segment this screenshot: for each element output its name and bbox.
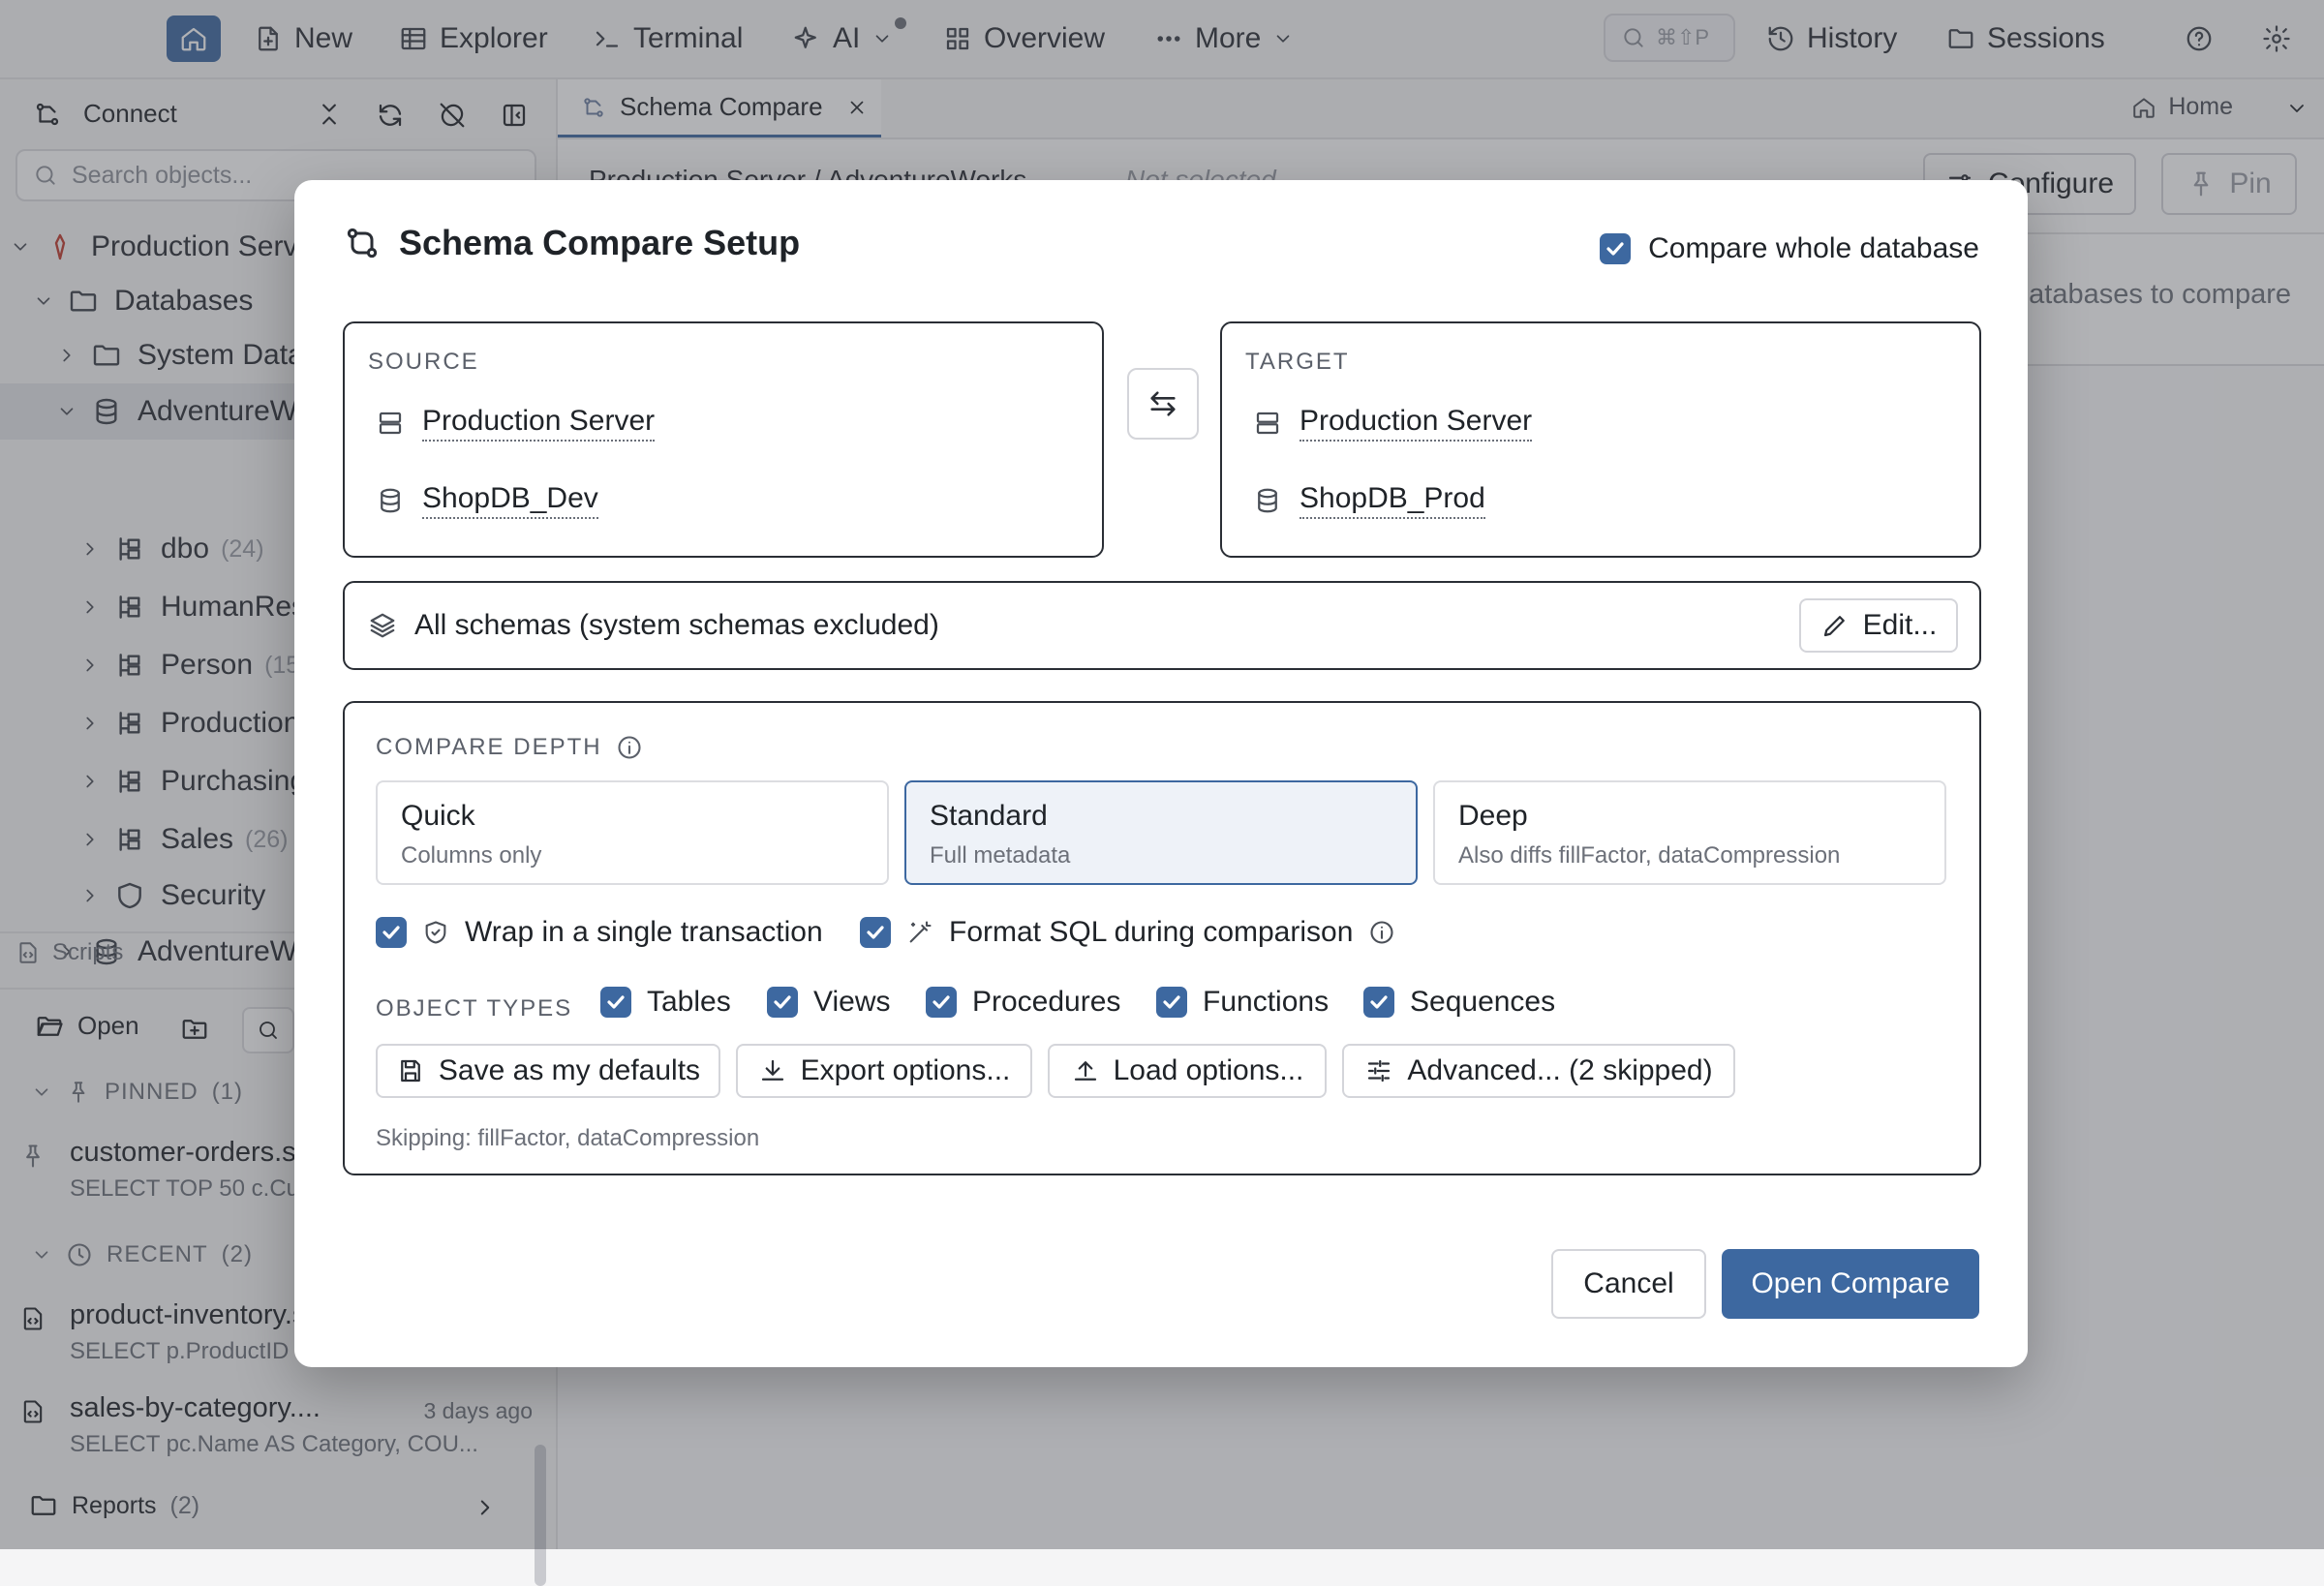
options-panel: COMPARE DEPTH Quick Columns only Standar…: [343, 701, 1981, 1175]
depth-title: Quick: [401, 800, 475, 832]
cancel-button[interactable]: Cancel: [1551, 1249, 1706, 1319]
checkbox-checked: [1156, 987, 1187, 1018]
edit-label: Edit...: [1862, 609, 1938, 641]
depth-title: Deep: [1458, 800, 1528, 832]
save-defaults-label: Save as my defaults: [438, 1054, 701, 1086]
dialog-title: Schema Compare Setup: [343, 223, 800, 263]
schemas-row: All schemas (system schemas excluded) Ed…: [343, 581, 1981, 670]
export-options-label: Export options...: [800, 1054, 1011, 1086]
target-label: TARGET: [1245, 349, 1350, 375]
object-type-label: Functions: [1203, 986, 1330, 1018]
object-type-tables[interactable]: Tables: [600, 986, 731, 1019]
shield-check-icon: [422, 919, 449, 946]
export-options-button[interactable]: Export options...: [736, 1044, 1032, 1098]
depth-subtitle: Also diffs fillFactor, dataCompression: [1458, 842, 1841, 869]
swap-button[interactable]: [1127, 368, 1199, 440]
info-icon[interactable]: [1368, 919, 1395, 946]
source-db: ShopDB_Dev: [422, 482, 598, 519]
load-options-button[interactable]: Load options...: [1048, 1044, 1327, 1098]
upload-icon: [1071, 1056, 1100, 1085]
schemas-summary: All schemas (system schemas excluded): [368, 609, 939, 642]
download-icon: [758, 1056, 787, 1085]
schema-compare-dialog: Schema Compare Setup Compare whole datab…: [294, 180, 2028, 1367]
target-panel: TARGET Production Server ShopDB_Prod: [1220, 321, 1981, 558]
target-server: Production Server: [1300, 405, 1533, 442]
database-icon: [376, 486, 405, 515]
object-type-label: Sequences: [1410, 986, 1556, 1018]
edit-schemas-button[interactable]: Edit...: [1799, 598, 1958, 653]
object-types-label: OBJECT TYPES: [376, 995, 573, 1022]
save-defaults-button[interactable]: Save as my defaults: [376, 1044, 720, 1098]
pencil-icon: [1820, 611, 1850, 640]
object-type-views[interactable]: Views: [767, 986, 890, 1019]
dialog-title-text: Schema Compare Setup: [399, 223, 801, 262]
checkbox-checked: [767, 987, 798, 1018]
depth-subtitle: Full metadata: [930, 842, 1071, 869]
object-type-label: Tables: [647, 986, 731, 1018]
compare-depth-header: COMPARE DEPTH: [376, 734, 643, 761]
checkbox-checked: [376, 917, 407, 948]
load-options-label: Load options...: [1113, 1054, 1304, 1086]
layers-icon: [368, 611, 397, 640]
compare-whole-db-checkbox[interactable]: Compare whole database: [1600, 232, 1979, 265]
source-server: Production Server: [422, 405, 656, 442]
target-server-selector[interactable]: Production Server: [1253, 405, 1533, 442]
source-panel: SOURCE Production Server ShopDB_Dev: [343, 321, 1104, 558]
whole-db-label: Compare whole database: [1648, 232, 1979, 264]
depth-subtitle: Columns only: [401, 842, 542, 869]
advanced-label: Advanced... (2 skipped): [1407, 1054, 1713, 1086]
source-label: SOURCE: [368, 349, 479, 375]
object-type-sequences[interactable]: Sequences: [1363, 986, 1555, 1019]
object-type-functions[interactable]: Functions: [1156, 986, 1329, 1019]
save-icon: [396, 1056, 425, 1085]
compare-depth-label: COMPARE DEPTH: [376, 734, 602, 760]
server-icon: [376, 409, 405, 438]
skipping-note: Skipping: fillFactor, dataCompression: [376, 1125, 760, 1151]
depth-option-standard[interactable]: Standard Full metadata: [904, 780, 1418, 885]
sliders-icon: [1364, 1056, 1393, 1085]
depth-option-deep[interactable]: Deep Also diffs fillFactor, dataCompress…: [1433, 780, 1946, 885]
swap-arrows-icon: [1147, 387, 1179, 420]
magic-wand-icon: [906, 919, 933, 946]
checkbox-checked: [1600, 233, 1632, 264]
depth-title: Standard: [930, 800, 1048, 832]
checkbox-checked: [1363, 987, 1394, 1018]
info-icon[interactable]: [616, 734, 643, 761]
database-icon: [1253, 486, 1282, 515]
checkbox-checked: [860, 917, 891, 948]
checkbox-checked: [926, 987, 957, 1018]
format-sql-label: Format SQL during comparison: [949, 916, 1354, 948]
target-db: ShopDB_Prod: [1300, 482, 1485, 519]
format-sql-checkbox[interactable]: Format SQL during comparison: [860, 916, 1395, 949]
depth-option-quick[interactable]: Quick Columns only: [376, 780, 889, 885]
wrap-transaction-checkbox[interactable]: Wrap in a single transaction: [376, 916, 823, 949]
compare-icon: [343, 224, 382, 262]
object-type-procedures[interactable]: Procedures: [926, 986, 1120, 1019]
source-server-selector[interactable]: Production Server: [376, 405, 656, 442]
schemas-label: All schemas (system schemas excluded): [414, 609, 939, 641]
open-compare-button[interactable]: Open Compare: [1722, 1249, 1979, 1319]
wrap-tx-label: Wrap in a single transaction: [465, 916, 823, 948]
object-type-label: Views: [813, 986, 891, 1018]
target-db-selector[interactable]: ShopDB_Prod: [1253, 482, 1485, 519]
checkbox-checked: [600, 987, 631, 1018]
advanced-button[interactable]: Advanced... (2 skipped): [1342, 1044, 1735, 1098]
source-db-selector[interactable]: ShopDB_Dev: [376, 482, 598, 519]
object-type-label: Procedures: [972, 986, 1121, 1018]
server-icon: [1253, 409, 1282, 438]
